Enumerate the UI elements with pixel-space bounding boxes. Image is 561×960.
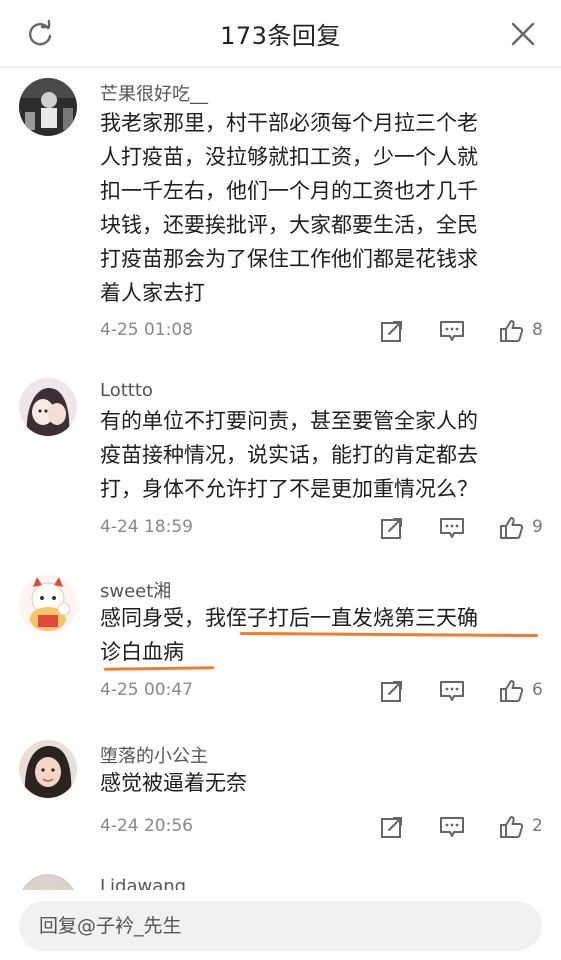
like-count: 8 — [532, 320, 543, 340]
comment-meta: 4-24 18:59 9 — [100, 515, 545, 543]
like-count: 2 — [532, 816, 543, 836]
comment-text: 感觉被逼着无奈 — [100, 771, 247, 795]
avatar[interactable] — [19, 78, 77, 136]
avatar[interactable] — [19, 874, 77, 890]
reply-icon[interactable] — [439, 678, 465, 704]
username[interactable]: Lidawang — [100, 876, 186, 890]
username[interactable]: sweet湘 — [100, 577, 171, 603]
share-icon[interactable] — [379, 678, 405, 704]
like-count: 6 — [532, 680, 543, 700]
username[interactable]: Lottto — [100, 380, 153, 401]
comment-meta: 4-25 00:47 6 — [100, 678, 545, 706]
header: 173条回复 — [0, 0, 561, 68]
share-icon[interactable] — [379, 814, 405, 840]
reply-icon[interactable] — [439, 814, 465, 840]
reply-icon[interactable] — [439, 515, 465, 541]
timestamp: 4-25 01:08 — [100, 320, 193, 340]
share-icon[interactable] — [379, 515, 405, 541]
like-icon[interactable] — [498, 814, 524, 840]
timestamp: 4-24 20:56 — [100, 816, 193, 836]
username[interactable]: 堕落的小公主 — [100, 742, 208, 768]
avatar[interactable] — [19, 575, 77, 633]
like-count: 9 — [532, 517, 543, 537]
like-icon[interactable] — [498, 318, 524, 344]
timestamp: 4-25 00:47 — [100, 680, 193, 700]
share-icon[interactable] — [379, 318, 405, 344]
highlight-underline — [103, 666, 215, 671]
reply-input[interactable]: 回复@子衿_先生 — [19, 901, 542, 951]
comment-list[interactable]: 芒果很好吃__ 我老家那里，村干部必须每个月拉三个老 人打疫苗，没拉够就扣工资，… — [0, 68, 561, 890]
avatar[interactable] — [19, 740, 77, 798]
close-icon[interactable] — [509, 20, 537, 48]
timestamp: 4-24 18:59 — [100, 517, 193, 537]
comment-meta: 4-24 20:56 2 — [100, 814, 545, 842]
comment-text: 我老家那里，村干部必须每个月拉三个老 人打疫苗，没拉够就扣工资，少一个人就 扣一… — [100, 111, 478, 305]
reply-composer: 回复@子衿_先生 — [0, 890, 561, 960]
comment-text: 有的单位不打要问责，甚至要管全家人的 疫苗接种情况，说实话，能打的肯定都去 打，… — [100, 409, 478, 501]
reply-icon[interactable] — [439, 318, 465, 344]
like-icon[interactable] — [498, 515, 524, 541]
comment-meta: 4-25 01:08 8 — [100, 318, 545, 346]
username[interactable]: 芒果很好吃__ — [100, 80, 208, 106]
page-title: 173条回复 — [220, 22, 341, 50]
like-icon[interactable] — [498, 678, 524, 704]
avatar[interactable] — [19, 378, 77, 436]
